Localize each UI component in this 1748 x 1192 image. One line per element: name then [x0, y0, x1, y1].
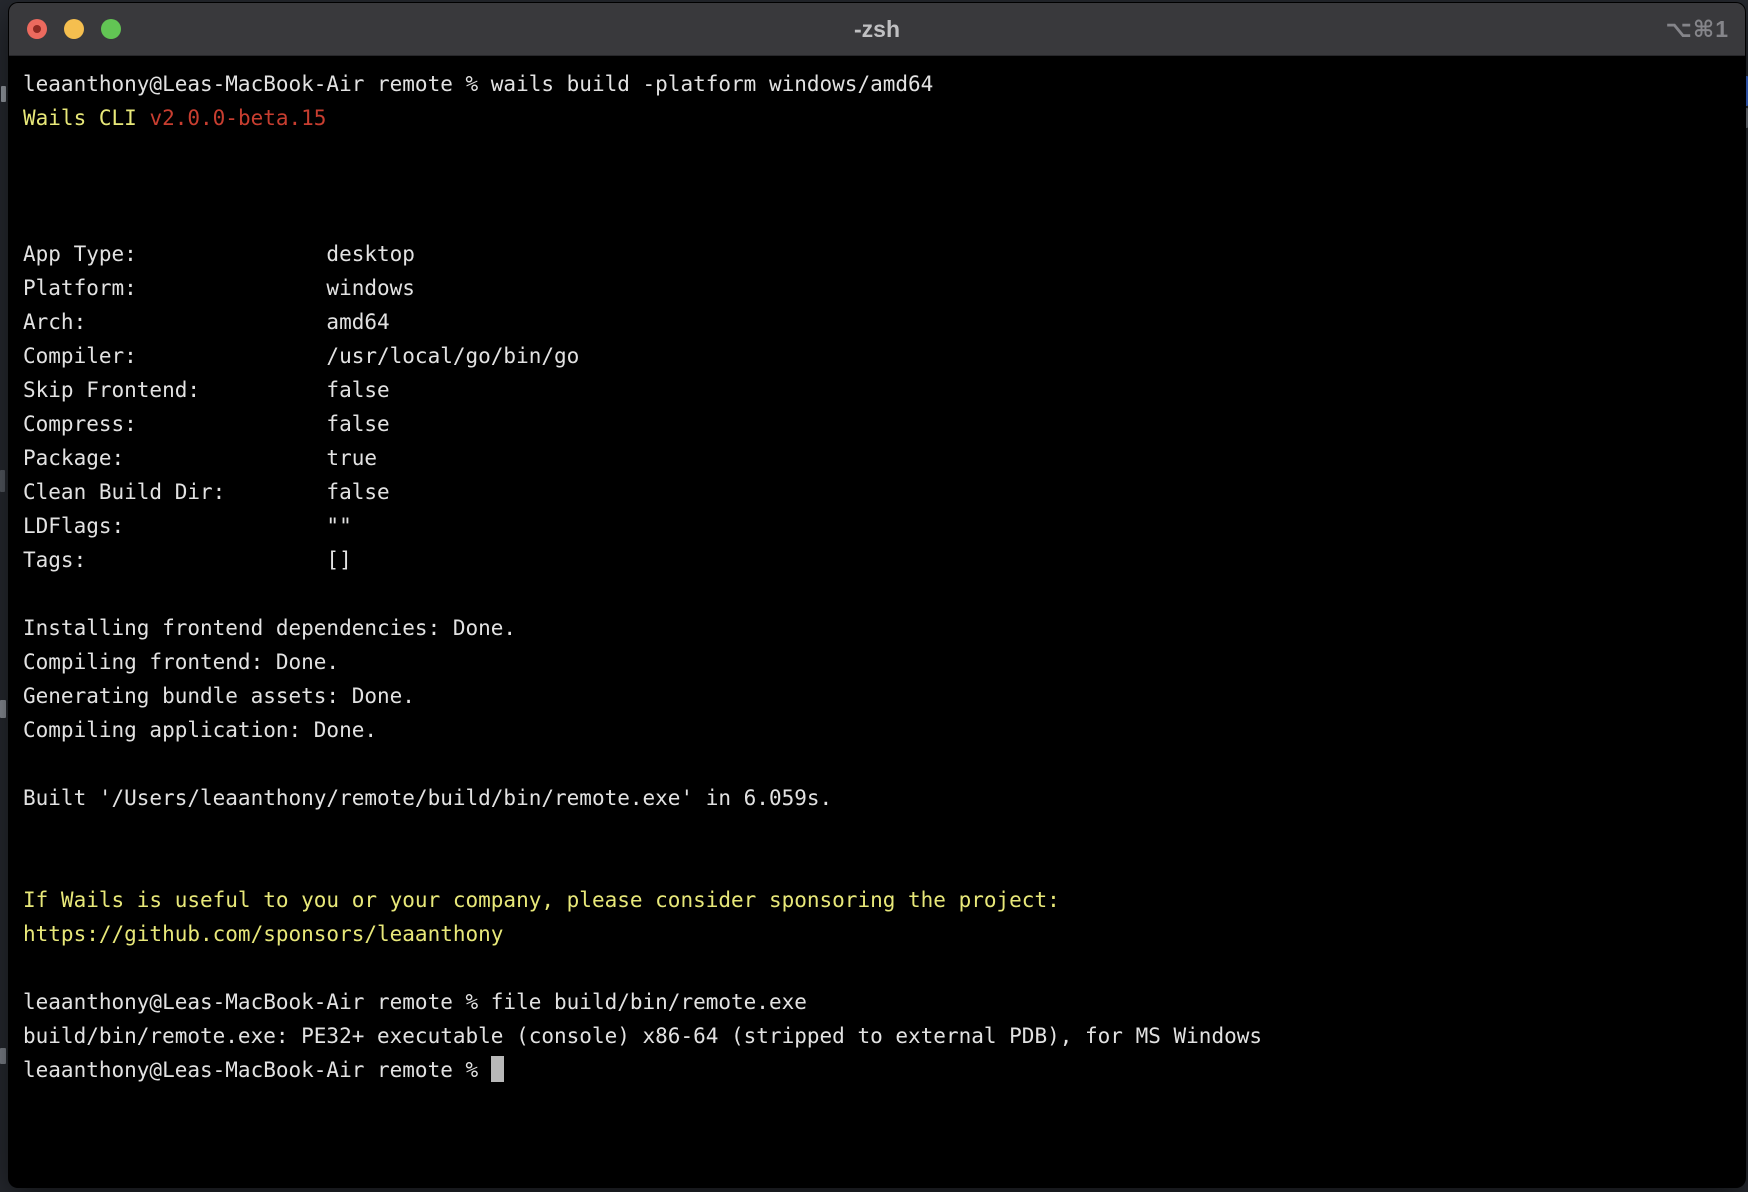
terminal-text-segment: v2.0.0-beta.15: [149, 106, 326, 130]
terminal-line: build/bin/remote.exe: PE32+ executable (…: [23, 1019, 1735, 1053]
zoom-button[interactable]: [101, 19, 121, 39]
terminal-line: Installing frontend dependencies: Done.: [23, 611, 1735, 645]
terminal-text-segment: Wails CLI: [23, 106, 149, 130]
minimize-button[interactable]: [64, 19, 84, 39]
window-controls: [27, 19, 121, 39]
terminal-line: Compress: false: [23, 407, 1735, 441]
keyboard-shortcut-badge: ⌥⌘1: [1665, 16, 1729, 43]
terminal-text-segment: App Type: desktop: [23, 242, 415, 266]
terminal-line: Built '/Users/leaanthony/remote/build/bi…: [23, 781, 1735, 815]
terminal-line: If Wails is useful to you or your compan…: [23, 883, 1735, 917]
background-window-fragment: [0, 470, 5, 492]
terminal-text-segment: Arch: amd64: [23, 310, 390, 334]
terminal-text-segment: Compress: false: [23, 412, 390, 436]
terminal-text-segment: Generating bundle assets: Done.: [23, 684, 415, 708]
terminal-line: Compiling application: Done.: [23, 713, 1735, 747]
terminal-text-segment: Package: true: [23, 446, 377, 470]
terminal-line: [23, 169, 1735, 203]
titlebar[interactable]: -zsh ⌥⌘1: [9, 3, 1745, 56]
terminal-cursor: [491, 1056, 504, 1082]
terminal-text-segment: Compiler: /usr/local/go/bin/go: [23, 344, 579, 368]
terminal-line: [23, 815, 1735, 849]
terminal-text-segment: LDFlags: "": [23, 514, 352, 538]
terminal-text-segment: If Wails is useful to you or your compan…: [23, 888, 1060, 912]
terminal-line: Skip Frontend: false: [23, 373, 1735, 407]
terminal-line: Wails CLI v2.0.0-beta.15: [23, 101, 1735, 135]
terminal-text-segment: Skip Frontend: false: [23, 378, 390, 402]
terminal-line: [23, 951, 1735, 985]
terminal-text-segment: Platform: windows: [23, 276, 415, 300]
terminal-text-segment: Compiling application: Done.: [23, 718, 377, 742]
terminal-line: [23, 849, 1735, 883]
window-title: -zsh: [9, 16, 1745, 43]
terminal-line: Package: true: [23, 441, 1735, 475]
terminal-screen[interactable]: leaanthony@Leas-MacBook-Air remote % wai…: [9, 56, 1745, 1187]
terminal-text-segment: Tags: []: [23, 548, 352, 572]
terminal-text-segment: leaanthony@Leas-MacBook-Air remote %: [23, 1058, 491, 1082]
terminal-text-segment: https://github.com/sponsors/leaanthony: [23, 922, 503, 946]
terminal-line: [23, 203, 1735, 237]
terminal-line: Platform: windows: [23, 271, 1735, 305]
terminal-text-segment: Built '/Users/leaanthony/remote/build/bi…: [23, 786, 832, 810]
terminal-window: -zsh ⌥⌘1 leaanthony@Leas-MacBook-Air rem…: [8, 2, 1746, 1188]
terminal-line: Tags: []: [23, 543, 1735, 577]
background-window-fragment: [1, 86, 6, 102]
terminal-line: Arch: amd64: [23, 305, 1735, 339]
terminal-line: [23, 577, 1735, 611]
terminal-line: Compiling frontend: Done.: [23, 645, 1735, 679]
terminal-text-segment: Compiling frontend: Done.: [23, 650, 339, 674]
terminal-line: Generating bundle assets: Done.: [23, 679, 1735, 713]
terminal-text-segment: build/bin/remote.exe: PE32+ executable (…: [23, 1024, 1262, 1048]
terminal-text-segment: Installing frontend dependencies: Done.: [23, 616, 516, 640]
terminal-line: https://github.com/sponsors/leaanthony: [23, 917, 1735, 951]
unsaved-indicator-dot: [33, 25, 41, 33]
terminal-line: Compiler: /usr/local/go/bin/go: [23, 339, 1735, 373]
terminal-text-segment: leaanthony@Leas-MacBook-Air remote % fil…: [23, 990, 807, 1014]
terminal-line: leaanthony@Leas-MacBook-Air remote % fil…: [23, 985, 1735, 1019]
terminal-line: leaanthony@Leas-MacBook-Air remote %: [23, 1053, 1735, 1087]
close-button[interactable]: [27, 19, 47, 39]
terminal-text-segment: Clean Build Dir: false: [23, 480, 390, 504]
terminal-line: LDFlags: "": [23, 509, 1735, 543]
terminal-line: App Type: desktop: [23, 237, 1735, 271]
terminal-line: Clean Build Dir: false: [23, 475, 1735, 509]
background-window-fragment: [0, 700, 6, 718]
terminal-line: [23, 135, 1735, 169]
terminal-line: [23, 747, 1735, 781]
background-window-fragment: [0, 238, 5, 278]
terminal-text-segment: leaanthony@Leas-MacBook-Air remote % wai…: [23, 72, 933, 96]
desktop-background: -zsh ⌥⌘1 leaanthony@Leas-MacBook-Air rem…: [0, 0, 1748, 1192]
terminal-line: leaanthony@Leas-MacBook-Air remote % wai…: [23, 67, 1735, 101]
background-window-fragment: [0, 1048, 6, 1064]
